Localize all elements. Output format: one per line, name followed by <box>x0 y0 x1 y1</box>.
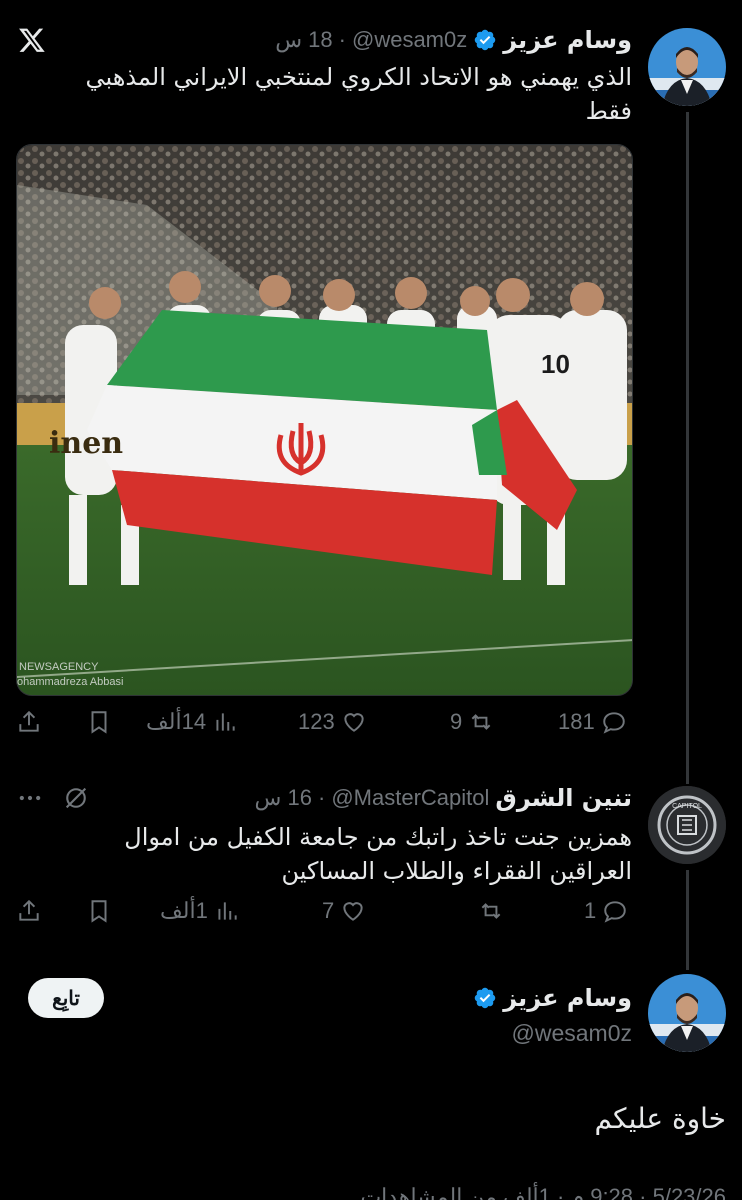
timestamp[interactable]: 16 س <box>255 785 312 811</box>
views-icon <box>216 713 235 731</box>
reply-button[interactable]: 181 <box>558 709 627 735</box>
display-name[interactable]: وسام عزيز <box>503 984 632 1012</box>
thread-line <box>686 112 689 784</box>
avatar-text: CAPITOL <box>672 803 702 810</box>
retweet-button[interactable]: 9 <box>450 709 494 735</box>
image-banner-text: inen <box>49 426 123 461</box>
views-count: 14ألف <box>146 709 207 734</box>
x-logo-icon[interactable] <box>18 26 46 54</box>
retweet-count: 9 <box>450 709 463 734</box>
handle[interactable]: @wesam0z <box>352 27 467 53</box>
reply-count: 181 <box>558 709 595 734</box>
tweet-actions: 1ألف 7 1 <box>16 898 633 934</box>
display-name[interactable]: وسام عزيز <box>503 26 632 54</box>
share-button[interactable] <box>16 898 42 924</box>
views-icon <box>218 902 237 920</box>
share-icon <box>19 710 39 732</box>
follow-button[interactable]: تابِع <box>28 978 104 1018</box>
verified-badge-icon <box>473 28 497 52</box>
image-watermark: NEWSAGENCY <box>19 661 99 673</box>
handle[interactable]: @wesam0z <box>512 1020 633 1047</box>
reply-icon <box>602 712 625 734</box>
tweet-actions: 14ألف 123 9 181 <box>16 709 633 745</box>
tweet-header: تنين الشرق @MasterCapitol · 16 س <box>254 784 632 812</box>
like-icon <box>344 713 364 732</box>
tweet-text: خاوة عليكم <box>594 1102 726 1135</box>
tweet-text-line: فقط <box>585 97 632 125</box>
avatar[interactable] <box>648 28 726 106</box>
tweet-text-line: العراقين الفقراء والطلاب المساكين <box>281 857 632 885</box>
display-name[interactable]: تنين الشرق <box>495 784 632 812</box>
tweet-text: همزين جنت تاخذ راتبك من جامعة الكفيل من … <box>12 820 632 888</box>
retweet-icon <box>481 903 501 919</box>
tweet-image[interactable]: inen 10 NEWSAGENCY ohammadreza Abbasi <box>16 144 633 696</box>
image-watermark: ohammadreza Abbasi <box>17 676 123 688</box>
like-count: 123 <box>298 709 335 734</box>
views-count: 1ألف <box>160 898 208 923</box>
like-button[interactable]: 7 <box>322 898 366 924</box>
retweet-icon <box>471 714 491 730</box>
views-button[interactable]: 14ألف <box>146 709 238 735</box>
reply-icon <box>604 901 626 923</box>
views-button[interactable]: 1ألف <box>160 898 240 924</box>
avatar[interactable]: CAPITOL <box>648 786 726 864</box>
timestamp[interactable]: 18 س <box>275 27 332 53</box>
tweet-text: الذي يهمني هو الاتحاد الكروي لمنتخبي الا… <box>12 60 632 128</box>
tweet-header: وسام عزيز @wesam0z · 18 س <box>275 26 632 54</box>
like-icon <box>343 902 363 921</box>
share-icon <box>19 899 39 921</box>
bookmark-icon <box>91 900 107 923</box>
verified-badge-icon <box>473 986 497 1010</box>
more-icon[interactable] <box>16 784 44 812</box>
share-button[interactable] <box>16 709 42 735</box>
bookmark-button[interactable] <box>86 898 112 924</box>
avatar[interactable] <box>648 974 726 1052</box>
reply-count: 1 <box>584 898 597 923</box>
tweet-text-line: همزين جنت تاخذ راتبك من جامعة الكفيل من … <box>124 823 632 851</box>
bookmark-button[interactable] <box>86 709 112 735</box>
reply-button[interactable]: 1 <box>584 898 628 924</box>
tweet-header: وسام عزيز <box>473 984 632 1012</box>
tweet-text-line: الذي يهمني هو الاتحاد الكروي لمنتخبي الا… <box>85 63 632 91</box>
tweet-footer: 5/23/26 · 9:28 م · 1ألف من المشاهدات <box>360 1184 726 1200</box>
handle[interactable]: @MasterCapitol <box>331 785 489 811</box>
like-button[interactable]: 123 <box>298 709 367 735</box>
mute-icon[interactable] <box>62 784 90 812</box>
like-count: 7 <box>322 898 335 923</box>
retweet-button[interactable] <box>472 898 504 924</box>
thread-line <box>686 870 689 970</box>
bookmark-icon <box>91 711 107 734</box>
jersey-number: 10 <box>541 349 570 379</box>
